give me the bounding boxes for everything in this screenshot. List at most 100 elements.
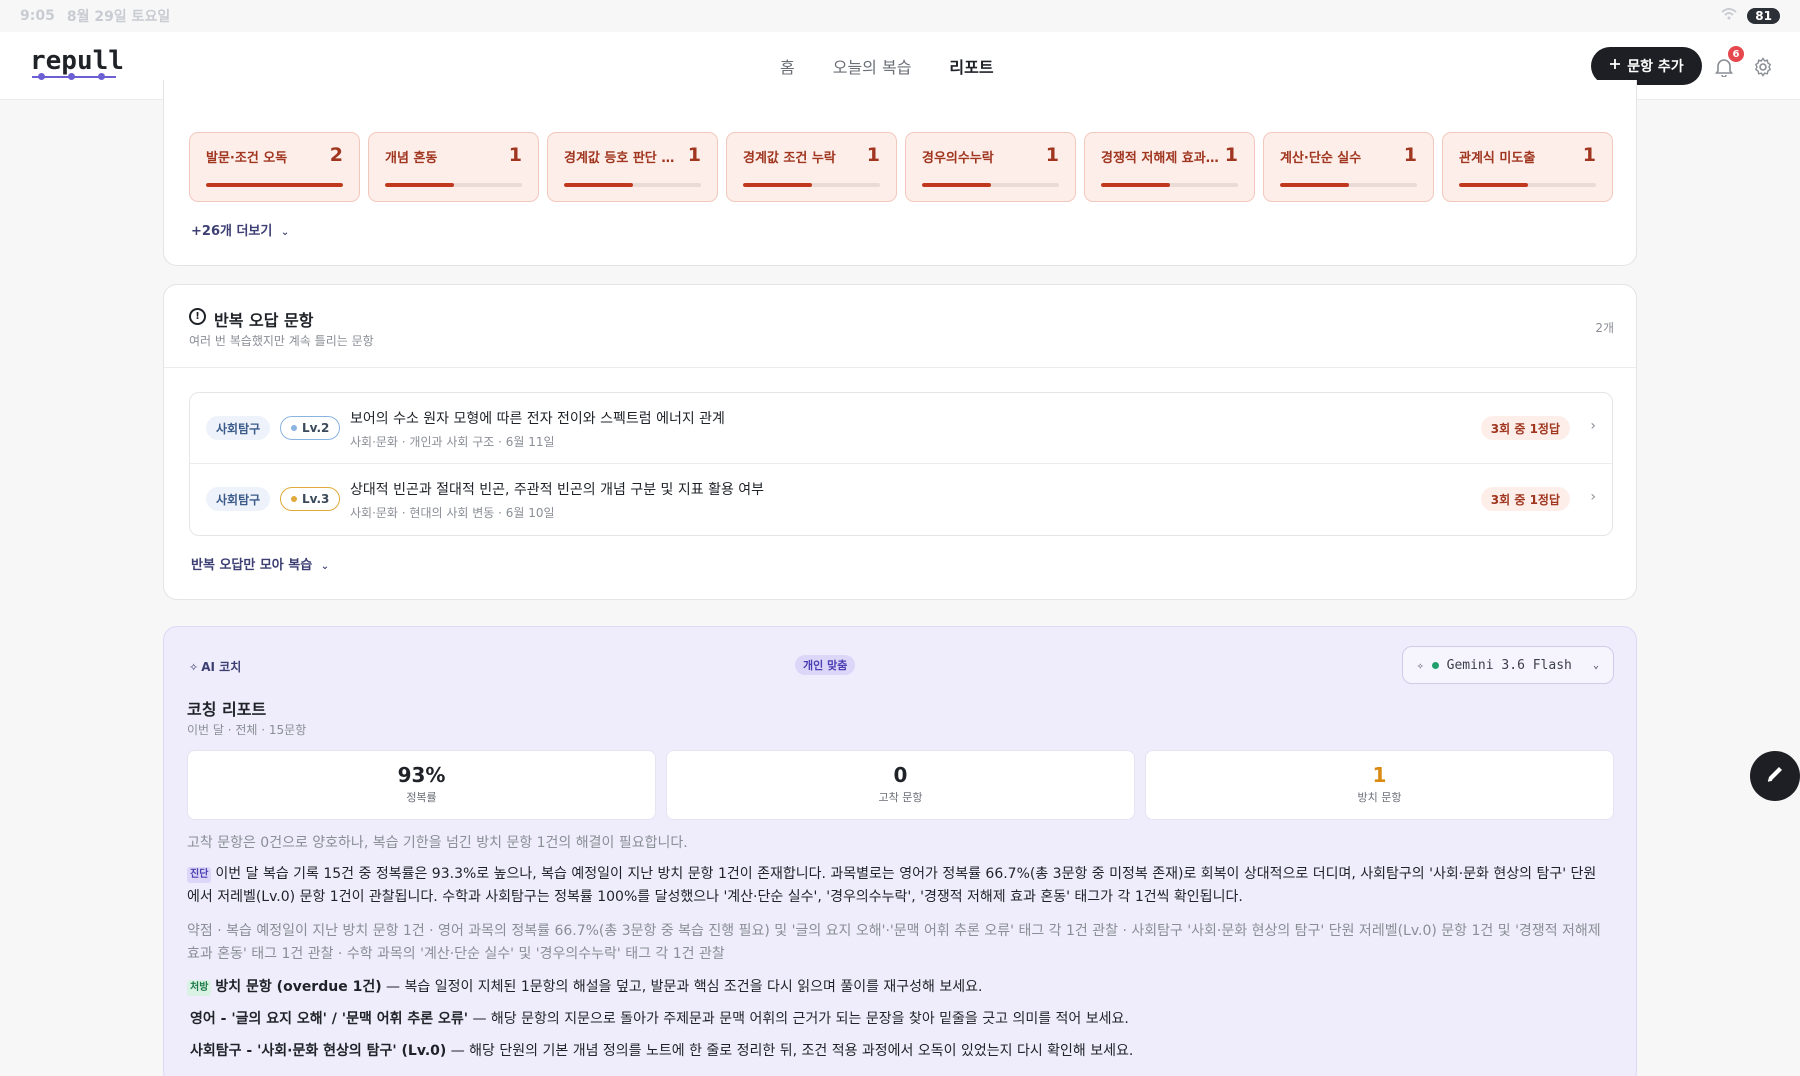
stat-row: 93% 정복률 0 고착 문항 1 방치 문항 — [187, 750, 1614, 820]
sparkle-icon: ✧ — [1417, 658, 1424, 672]
divider — [164, 367, 1636, 368]
repeat-errors-card: ! 반복 오답 문항 여러 번 복습했지만 계속 틀리는 문항 2개 사회탐구 … — [163, 284, 1637, 600]
error-tag-chip[interactable]: 계산·단순 실수 1 — [1263, 132, 1434, 202]
nav-today-review[interactable]: 오늘의 복습 — [833, 54, 912, 78]
error-tag-chip[interactable]: 경쟁적 저해제 효과 혼동 1 — [1084, 132, 1255, 202]
tag-count: 2 — [329, 144, 343, 166]
prescription-head: 사회탐구 - '사회·문화 현상의 탐구' (Lv.0) — [190, 1043, 447, 1059]
plus-icon — [1609, 58, 1621, 74]
tag-count: 1 — [687, 144, 701, 166]
section-count: 2개 — [1595, 321, 1614, 335]
tag-bar — [1101, 183, 1238, 187]
prescription-body: — 복습 일정이 지체된 1문항의 해설을 덮고, 발문과 핵심 조건을 다시 … — [381, 979, 983, 995]
tag-count: 1 — [1582, 144, 1596, 166]
subject-badge: 사회탐구 — [206, 416, 271, 440]
level-dot — [291, 496, 297, 502]
nav-home[interactable]: 홈 — [780, 54, 795, 78]
add-question-label: 문항 추가 — [1627, 59, 1684, 75]
repeat-question-list: 사회탐구 Lv.2 보어의 수소 원자 모형에 따른 전자 전이와 스펙트럼 에… — [189, 392, 1613, 536]
logo-dot — [68, 73, 75, 80]
chevron-right-icon: › — [1590, 418, 1596, 434]
alert-circle-icon: ! — [189, 308, 206, 325]
error-tag-card: 발문·조건 오독 2 개념 혼동 1 경계값 등호 판단 실수 1 경계값 조건 누락… — [163, 80, 1637, 266]
status-badge: 3회 중 1정답 — [1480, 416, 1570, 440]
error-tag-chip[interactable]: 경계값 조건 누락 1 — [726, 132, 897, 202]
chevron-down-icon: ⌄ — [1592, 659, 1599, 671]
pencil-icon — [1764, 763, 1786, 789]
prescription-body: — 해당 문항의 지문으로 돌아가 주제문과 문맥 어휘의 근거가 되는 문장을… — [468, 1011, 1129, 1027]
tag-bar — [1280, 183, 1417, 187]
review-repeat-errors-button[interactable]: 반복 오답만 모아 복습 ⌄ — [191, 554, 329, 573]
tag-name: 발문·조건 오독 — [206, 151, 288, 166]
app-logo[interactable]: repull — [30, 46, 124, 76]
status-date: 8월 29일 토요일 — [66, 9, 171, 25]
weakness-paragraph: 약점 · 복습 예정일이 지난 방치 문항 1건 · 영어 과목의 정복률 66… — [187, 923, 1601, 962]
edit-fab-button[interactable] — [1750, 751, 1800, 801]
coach-report-subtitle: 이번 달 · 전체 · 15문항 — [187, 723, 307, 737]
stat-label: 정복률 — [406, 791, 437, 804]
chevron-down-icon: ⌄ — [320, 561, 330, 572]
status-time: 9:05 — [20, 8, 55, 24]
chevron-down-icon: ⌄ — [280, 227, 290, 238]
tag-count: 1 — [1045, 144, 1059, 166]
error-tag-chip[interactable]: 경계값 등호 판단 실수 1 — [547, 132, 718, 202]
error-tag-chip[interactable]: 개념 혼동 1 — [368, 132, 539, 202]
ai-coach-label: ✧ AI 코치 — [189, 658, 241, 675]
model-status-dot — [1431, 661, 1439, 669]
sparkle-icon: ✧ — [189, 661, 199, 674]
tag-name: 경우의수누락 — [922, 151, 994, 166]
level-dot — [291, 425, 297, 431]
prescription-head: 영어 - '글의 요지 오해' / '문맥 어휘 추론 오류' — [190, 1011, 469, 1027]
tag-name: 경계값 등호 판단 실수 — [564, 151, 682, 166]
tag-bar-fill — [206, 183, 343, 187]
tag-name: 관계식 미도출 — [1459, 151, 1536, 166]
nav-report[interactable]: 리포트 — [949, 54, 994, 88]
battery-indicator: 81 — [1747, 8, 1780, 24]
tag-bar — [564, 183, 701, 187]
diagnosis-tag: 진단 — [187, 867, 212, 883]
gear-icon[interactable] — [1748, 52, 1778, 82]
prescription-item: 처방 방치 문항 (overdue 1건) — 복습 일정이 지체된 1문항의 해… — [187, 976, 982, 996]
model-select[interactable]: ✧ Gemini 3.6 Flash ⌄ — [1402, 646, 1614, 684]
ai-coach-card: ✧ AI 코치 개인 맞춤 ✧ Gemini 3.6 Flash ⌄ 코칭 리포트… — [163, 626, 1637, 1076]
subject-badge: 사회탐구 — [206, 487, 271, 511]
prescription-item: 사회탐구 - '사회·문화 현상의 탐구' (Lv.0) — 해당 단원의 기본… — [190, 1040, 1133, 1060]
list-item[interactable]: 사회탐구 Lv.3 상대적 빈곤과 절대적 빈곤, 주관적 빈곤의 개념 구분 … — [190, 464, 1612, 535]
prescription-body: — 해당 단원의 기본 개념 정의를 노트에 한 줄로 정리한 뒤, 조건 적용… — [446, 1043, 1134, 1059]
wifi-icon — [1721, 8, 1737, 24]
review-repeat-label: 반복 오답만 모아 복습 — [191, 558, 313, 573]
show-more-tags-button[interactable]: +26개 더보기 ⌄ — [191, 220, 289, 239]
status-badge: 3회 중 1정답 — [1480, 487, 1570, 511]
tag-name: 개념 혼동 — [385, 151, 438, 166]
tag-bar — [1459, 183, 1596, 187]
tag-bar-fill — [385, 183, 454, 187]
stat-value: 0 — [893, 763, 908, 787]
tag-bar-fill — [564, 183, 633, 187]
error-tag-chip[interactable]: 관계식 미도출 1 — [1442, 132, 1613, 202]
stat-value: 93% — [397, 763, 446, 787]
tag-bar-fill — [922, 183, 991, 187]
tag-name: 계산·단순 실수 — [1280, 151, 1362, 166]
tag-count: 1 — [1224, 144, 1238, 166]
notification-badge: 6 — [1728, 46, 1744, 62]
tag-bar-fill — [743, 183, 812, 187]
section-title: 반복 오답 문항 — [214, 311, 314, 330]
stat-label: 고착 문항 — [878, 791, 923, 804]
tag-name: 경쟁적 저해제 효과 혼동 — [1101, 151, 1219, 166]
level-label: Lv.3 — [302, 492, 330, 506]
stat-card: 0 고착 문항 — [666, 750, 1135, 820]
error-tag-chip[interactable]: 경우의수누락 1 — [905, 132, 1076, 202]
ai-coach-text: AI 코치 — [201, 660, 242, 674]
diagnosis-paragraph: 진단 이번 달 복습 기록 15건 중 정복률은 93.3%로 높으나, 복습 예… — [187, 863, 1607, 909]
prescription-tag: 처방 — [187, 980, 212, 996]
chevron-right-icon: › — [1590, 489, 1596, 505]
tag-bar-fill — [1101, 183, 1170, 187]
personalized-badge: 개인 맞춤 — [795, 655, 856, 675]
tag-bar — [743, 183, 880, 187]
level-badge: Lv.2 — [280, 416, 341, 440]
level-badge: Lv.3 — [280, 487, 341, 511]
model-name: Gemini 3.6 Flash — [1446, 657, 1572, 673]
list-item[interactable]: 사회탐구 Lv.2 보어의 수소 원자 모형에 따른 전자 전이와 스펙트럼 에… — [190, 393, 1612, 464]
show-more-label: +26개 더보기 — [191, 224, 273, 239]
error-tag-chip[interactable]: 발문·조건 오독 2 — [189, 132, 360, 202]
